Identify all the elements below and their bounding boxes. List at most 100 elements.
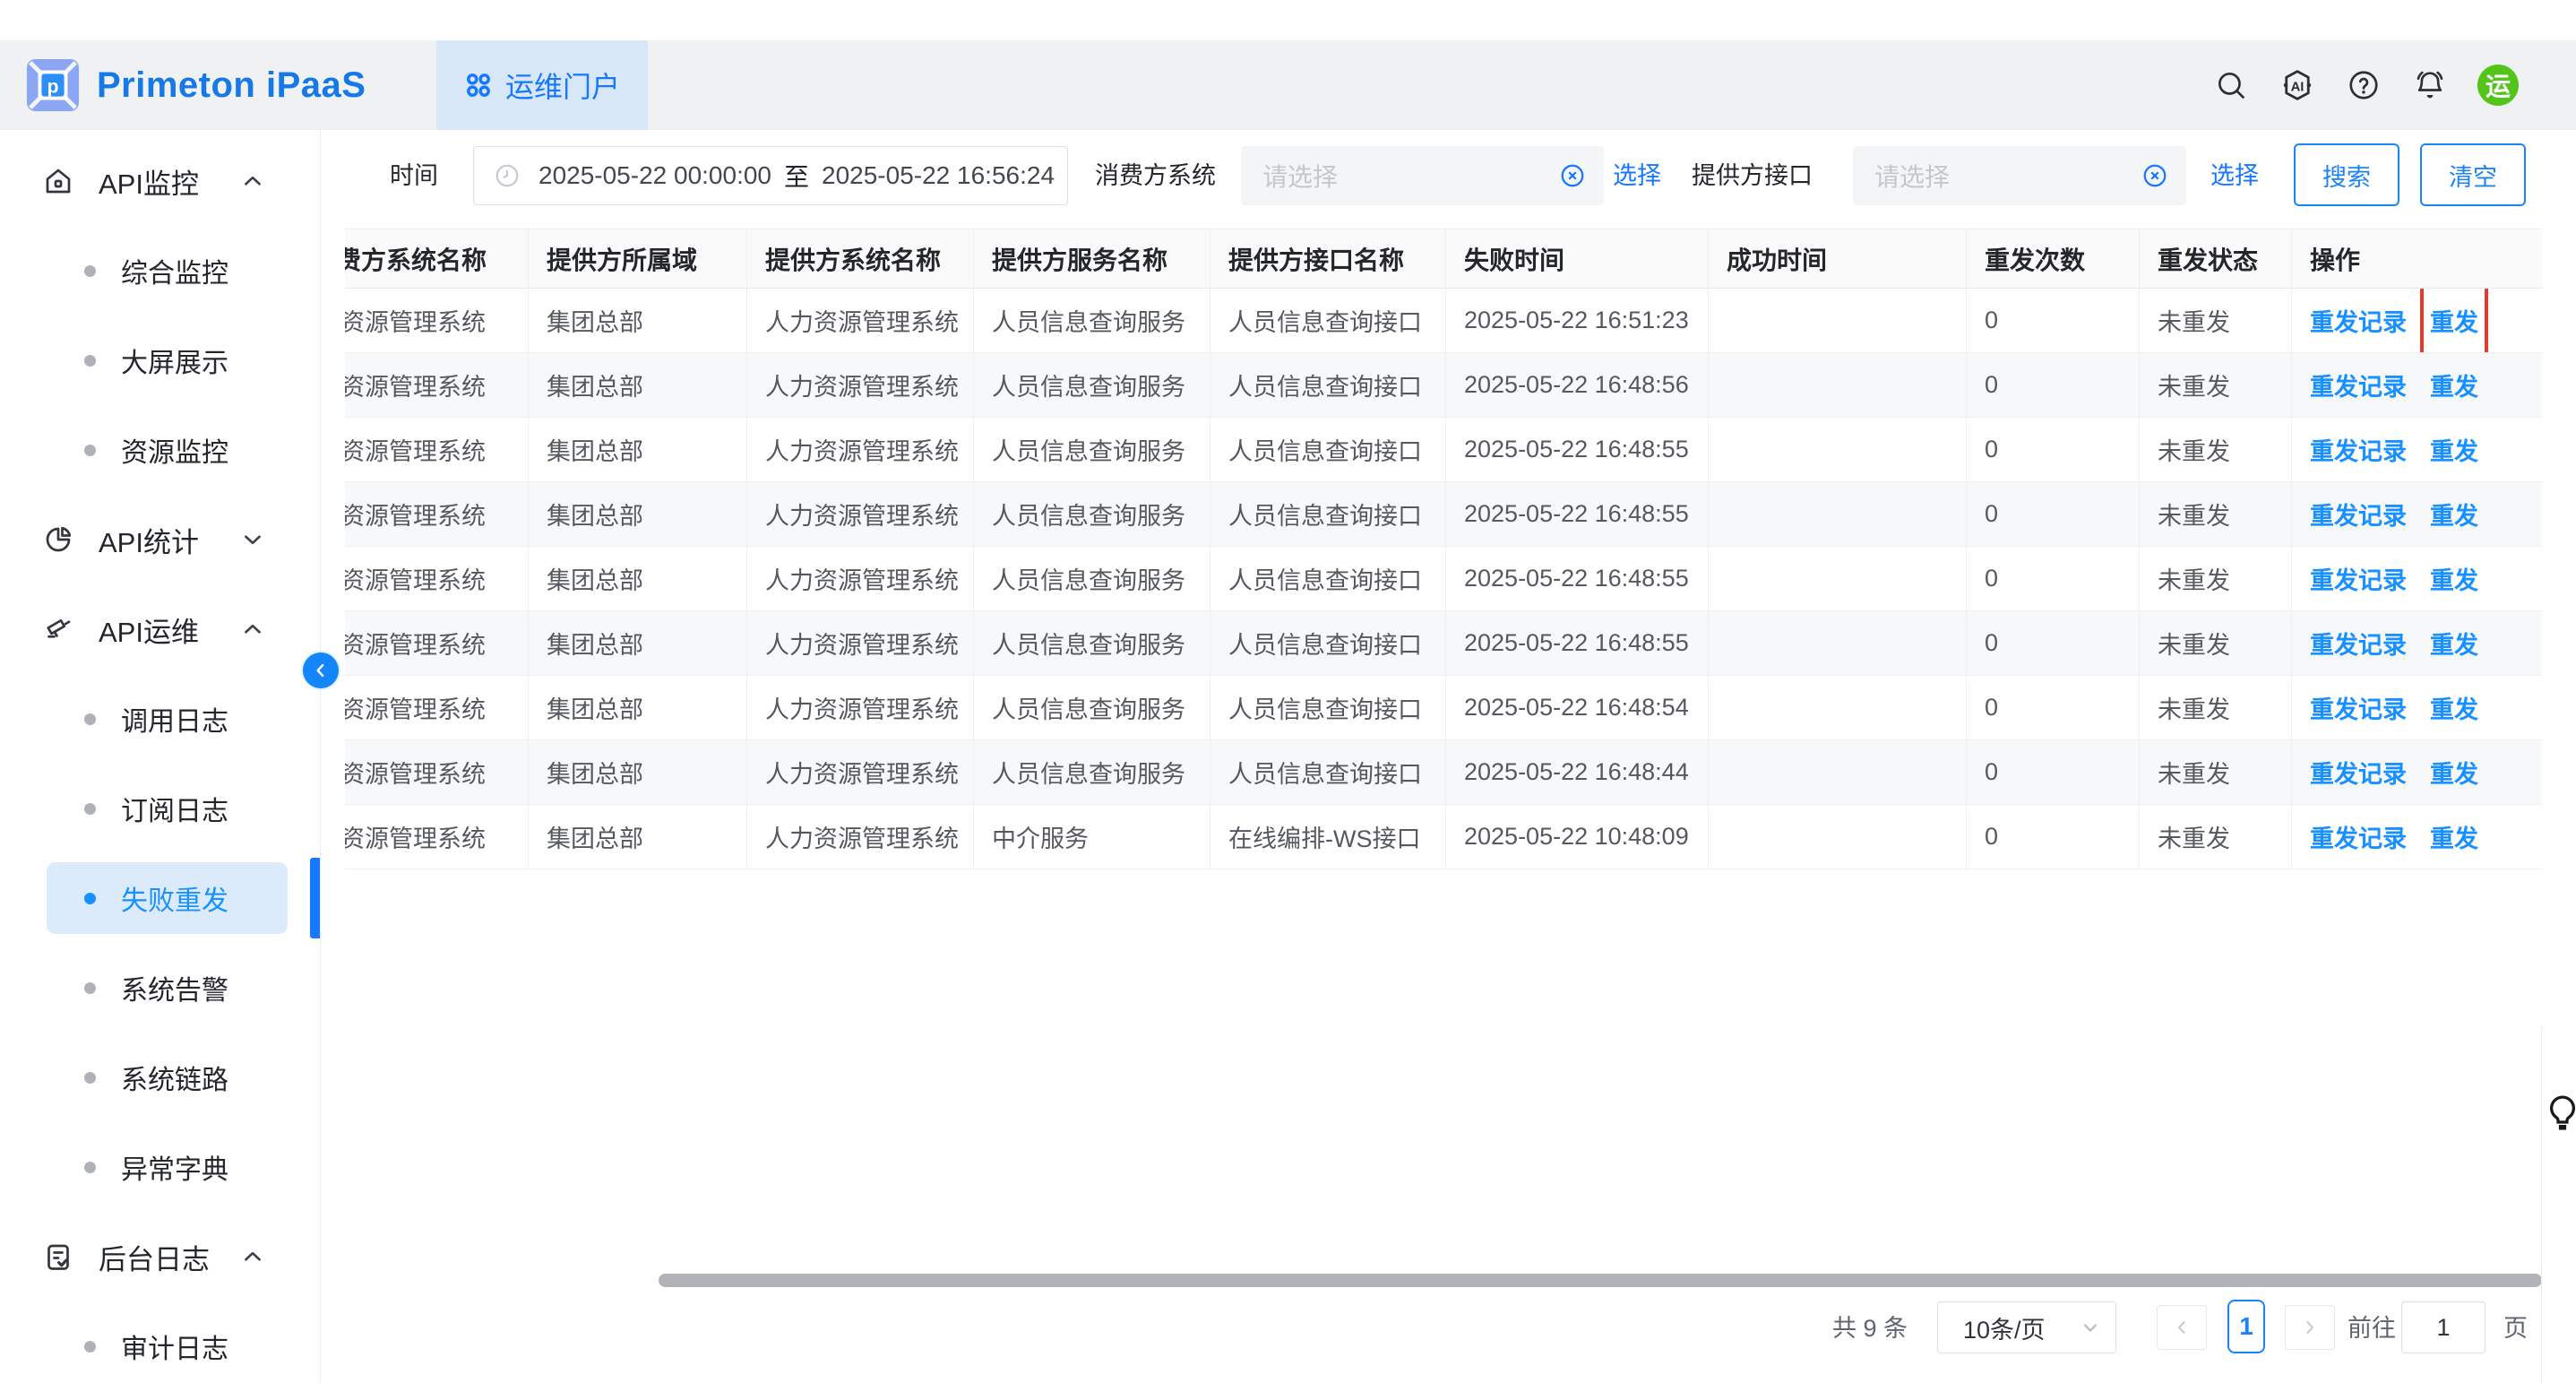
sidebar-item-订阅日志[interactable]: 订阅日志 bbox=[0, 764, 320, 853]
cell-success-time bbox=[1709, 611, 1967, 675]
ai-assistant-icon[interactable]: AI bbox=[2279, 66, 2316, 104]
sidebar-item-调用日志[interactable]: 调用日志 bbox=[0, 674, 320, 764]
help-icon[interactable] bbox=[2345, 66, 2382, 104]
cell-fail-time: 2025-05-22 16:48:56 bbox=[1446, 353, 1709, 417]
resend-record-link[interactable]: 重发记录 bbox=[2310, 755, 2407, 790]
consumer-placeholder: 请选择 bbox=[1262, 158, 1559, 194]
resend-link[interactable]: 重发 bbox=[2430, 761, 2478, 788]
tab-ops-portal[interactable]: 运维门户 bbox=[436, 40, 648, 130]
cell-actions: 重发记录 重发 bbox=[2292, 353, 2542, 417]
lightbulb-icon[interactable] bbox=[2545, 1093, 2576, 1135]
next-page-button[interactable] bbox=[2285, 1305, 2335, 1350]
resend-record-link[interactable]: 重发记录 bbox=[2310, 561, 2407, 596]
sidebar-item-综合监控[interactable]: 综合监控 bbox=[0, 226, 320, 315]
resend-link[interactable]: 重发 bbox=[2430, 632, 2478, 659]
bullet-icon bbox=[84, 1341, 96, 1353]
resend-link[interactable]: 重发 bbox=[2430, 825, 2478, 852]
cell-provider-domain: 集团总部 bbox=[529, 547, 747, 610]
cell-provider-interface: 人员信息查询接口 bbox=[1210, 289, 1446, 352]
resend-record-link[interactable]: 重发记录 bbox=[2310, 690, 2407, 725]
sidebar-group-后台日志[interactable]: 后台日志 bbox=[0, 1212, 320, 1301]
cell-success-time bbox=[1709, 482, 1967, 546]
resend-link[interactable]: 重发 bbox=[2430, 503, 2478, 530]
sidebar-item-系统告警[interactable]: 系统告警 bbox=[0, 943, 320, 1033]
search-button[interactable]: 搜索 bbox=[2294, 143, 2399, 206]
cell-provider-interface: 人员信息查询接口 bbox=[1210, 611, 1446, 675]
table-row: 力资源管理系统 集团总部 人力资源管理系统 人员信息查询服务 人员信息查询接口 … bbox=[345, 289, 2542, 353]
cell-actions: 重发记录 重发 bbox=[2292, 482, 2542, 546]
resend-link[interactable]: 重发 bbox=[2430, 567, 2478, 594]
column-header: 费方系统名称 bbox=[345, 229, 529, 288]
clear-circle-icon[interactable] bbox=[1559, 162, 1586, 189]
chevron-down-icon bbox=[2080, 1317, 2101, 1338]
clear-button[interactable]: 清空 bbox=[2420, 143, 2526, 206]
table-row: 力资源管理系统 集团总部 人力资源管理系统 人员信息查询服务 人员信息查询接口 … bbox=[345, 740, 2542, 805]
cell-provider-system: 人力资源管理系统 bbox=[747, 418, 974, 481]
resend-link[interactable]: 重发 bbox=[2430, 374, 2478, 401]
chevron-right-icon bbox=[2301, 1318, 2319, 1336]
sidebar-item-资源监控[interactable]: 资源监控 bbox=[0, 405, 320, 495]
goto-page-input[interactable] bbox=[2401, 1301, 2486, 1353]
sidebar-item-失败重发[interactable]: 失败重发 bbox=[0, 853, 320, 943]
provider-interface-label: 提供方接口 bbox=[1692, 146, 1813, 205]
provider-interface-input[interactable]: 请选择 bbox=[1853, 146, 2186, 205]
cell-provider-domain: 集团总部 bbox=[529, 353, 747, 417]
resend-record-link[interactable]: 重发记录 bbox=[2310, 626, 2407, 661]
column-header: 提供方接口名称 bbox=[1210, 229, 1446, 288]
sidebar-group-API统计[interactable]: API统计 bbox=[0, 495, 320, 584]
resend-record-link[interactable]: 重发记录 bbox=[2310, 367, 2407, 402]
cell-provider-service: 人员信息查询服务 bbox=[974, 482, 1210, 546]
horizontal-scrollbar[interactable] bbox=[659, 1274, 2542, 1287]
sidebar-item-label: 资源监控 bbox=[121, 430, 228, 470]
cell-actions: 重发记录 重发 bbox=[2292, 547, 2542, 610]
user-avatar[interactable]: 运 bbox=[2477, 65, 2519, 106]
cell-success-time bbox=[1709, 353, 1967, 417]
top-bar: p Primeton iPaaS 运维门户 AI bbox=[0, 40, 2576, 130]
page-number-1[interactable]: 1 bbox=[2227, 1300, 2265, 1353]
cell-provider-service: 人员信息查询服务 bbox=[974, 353, 1210, 417]
provider-select-link[interactable]: 选择 bbox=[2210, 146, 2259, 205]
sidebar-item-label: 失败重发 bbox=[121, 878, 228, 918]
resend-record-link[interactable]: 重发记录 bbox=[2310, 303, 2407, 338]
cell-provider-interface: 人员信息查询接口 bbox=[1210, 676, 1446, 739]
cell-provider-domain: 集团总部 bbox=[529, 676, 747, 739]
resend-record-link[interactable]: 重发记录 bbox=[2310, 819, 2407, 854]
resend-link[interactable]: 重发 bbox=[2430, 696, 2478, 723]
consumer-select-link[interactable]: 选择 bbox=[1613, 146, 1661, 205]
sidebar-item-异常字典[interactable]: 异常字典 bbox=[0, 1122, 320, 1212]
page-size-select[interactable]: 10条/页 bbox=[1937, 1301, 2116, 1353]
resend-record-link[interactable]: 重发记录 bbox=[2310, 497, 2407, 532]
chevron-left-icon bbox=[2173, 1318, 2191, 1336]
notifications-bell-icon[interactable] bbox=[2411, 66, 2449, 104]
sidebar-group-API监控[interactable]: API监控 bbox=[0, 136, 320, 226]
cell-provider-domain: 集团总部 bbox=[529, 611, 747, 675]
cell-provider-system: 人力资源管理系统 bbox=[747, 805, 974, 869]
cell-retry-status: 未重发 bbox=[2140, 289, 2292, 352]
sidebar-collapse-toggle[interactable] bbox=[303, 653, 339, 688]
resend-record-link[interactable]: 重发记录 bbox=[2310, 432, 2407, 467]
sidebar-item-审计日志[interactable]: 审计日志 bbox=[0, 1301, 320, 1383]
tab-label: 运维门户 bbox=[505, 65, 620, 106]
sidebar-item-大屏展示[interactable]: 大屏展示 bbox=[0, 315, 320, 405]
cell-provider-interface: 人员信息查询接口 bbox=[1210, 482, 1446, 546]
sidebar-item-系统链路[interactable]: 系统链路 bbox=[0, 1033, 320, 1122]
prev-page-button[interactable] bbox=[2157, 1305, 2207, 1350]
consumer-system-input[interactable]: 请选择 bbox=[1241, 146, 1604, 205]
time-range-input[interactable]: 2025-05-22 00:00:00 至 2025-05-22 16:56:2… bbox=[473, 146, 1068, 205]
sidebar-group-API运维[interactable]: API运维 bbox=[0, 584, 320, 674]
column-header: 提供方所属域 bbox=[529, 229, 747, 288]
sidebar-group-label: 后台日志 bbox=[99, 1237, 210, 1277]
cell-consumer-system: 力资源管理系统 bbox=[345, 432, 486, 467]
cell-fail-time: 2025-05-22 16:51:23 bbox=[1446, 289, 1709, 352]
resend-link[interactable]: 重发 bbox=[2430, 303, 2478, 338]
cell-fail-time: 2025-05-22 16:48:55 bbox=[1446, 611, 1709, 675]
search-icon[interactable] bbox=[2212, 66, 2250, 104]
app-grid-icon bbox=[464, 71, 493, 99]
time-filter-label: 时间 bbox=[390, 146, 438, 205]
bullet-icon bbox=[84, 445, 96, 456]
app-logo: p Primeton iPaaS bbox=[25, 53, 366, 117]
resend-link[interactable]: 重发 bbox=[2430, 438, 2478, 465]
clear-circle-icon[interactable] bbox=[2141, 162, 2168, 189]
pagination-total: 共 9 条 bbox=[1832, 1309, 1908, 1344]
cell-retry-status: 未重发 bbox=[2140, 805, 2292, 869]
